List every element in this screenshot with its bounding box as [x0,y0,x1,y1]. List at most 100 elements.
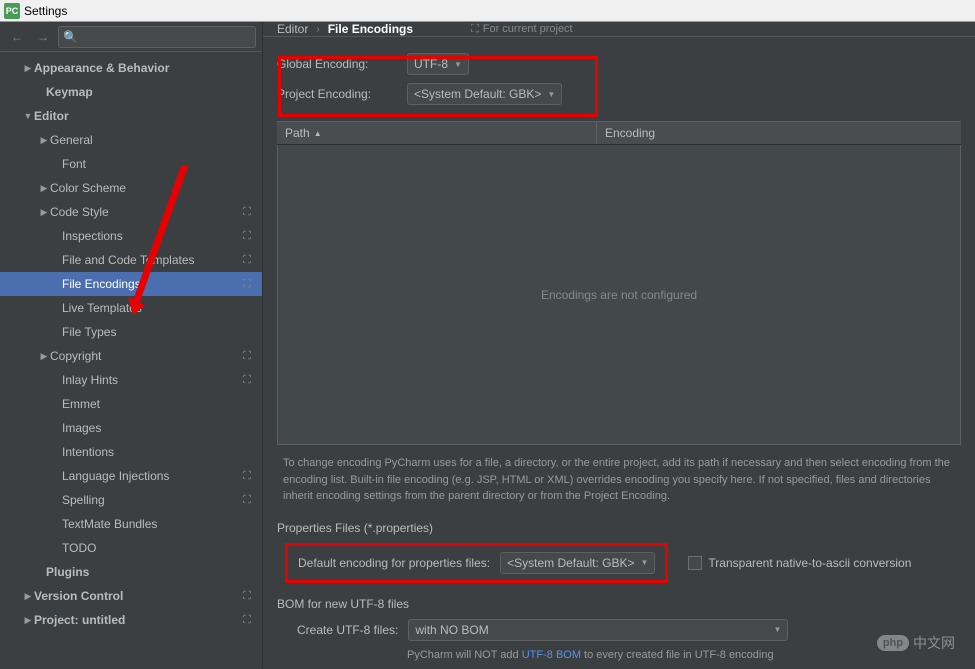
chevron-down-icon: ▼ [547,90,555,99]
sidebar-item-file-encodings[interactable]: File Encodings⛶ [0,272,262,296]
bom-hint: PyCharm will NOT add UTF-8 BOM to every … [277,641,961,661]
tree-arrow-icon: ▶ [38,207,50,218]
sidebar-item-label: File Encodings [62,277,240,291]
sidebar-item-label: Spelling [62,493,240,507]
sidebar-item-label: TextMate Bundles [62,517,240,531]
empty-state-text: Encodings are not configured [541,288,697,302]
sidebar-item-label: Images [62,421,240,435]
transparent-conversion-checkbox[interactable]: Transparent native-to-ascii conversion [688,556,911,570]
tree-arrow-icon: ▶ [38,135,50,146]
sidebar-item-label: Editor [34,109,240,123]
sidebar-item-color-scheme[interactable]: ▶Color Scheme [0,176,262,200]
sidebar-item-version-control[interactable]: ▶Version Control⛶ [0,584,262,608]
sidebar-item-label: Copyright [50,349,240,363]
sidebar-item-label: Emmet [62,397,240,411]
chevron-down-icon: ▼ [773,625,781,634]
window-titlebar: PC Settings [0,0,975,22]
sidebar-item-code-style[interactable]: ▶Code Style⛶ [0,200,262,224]
sidebar-item-label: Appearance & Behavior [34,61,240,75]
scope-icon: ⛶ [240,230,254,243]
sidebar-item-inlay-hints[interactable]: Inlay Hints⛶ [0,368,262,392]
chevron-down-icon: ▼ [641,558,649,567]
sidebar-item-label: Live Templates [62,301,240,315]
sidebar-item-copyright[interactable]: ▶Copyright⛶ [0,344,262,368]
sidebar-item-label: Language Injections [62,469,240,483]
chevron-down-icon: ▼ [454,60,462,69]
global-encoding-label: Global Encoding: [277,57,397,71]
checkbox-icon [688,556,702,570]
scope-icon: ⛶ [240,590,254,603]
scope-icon: ⛶ [240,374,254,387]
project-scope-hint: ⛶ For current project [471,23,573,36]
sidebar-item-spelling[interactable]: Spelling⛶ [0,488,262,512]
sidebar-item-label: Plugins [46,565,240,579]
sidebar-item-textmate-bundles[interactable]: TextMate Bundles [0,512,262,536]
column-path[interactable]: Path ▲ [277,122,597,144]
sidebar-item-label: General [50,133,240,147]
breadcrumb-parent[interactable]: Editor [277,22,308,36]
project-encoding-label: Project Encoding: [277,87,397,101]
properties-encoding-label: Default encoding for properties files: [298,556,490,570]
sidebar-item-plugins[interactable]: Plugins [0,560,262,584]
scope-icon: ⛶ [240,254,254,267]
properties-encoding-dropdown[interactable]: <System Default: GBK> ▼ [500,552,655,574]
sidebar-item-general[interactable]: ▶General [0,128,262,152]
scope-icon: ⛶ [240,470,254,483]
sidebar-item-label: Intentions [62,445,240,459]
sidebar-item-label: Color Scheme [50,181,240,195]
utf8-bom-link[interactable]: UTF-8 BOM [522,649,581,661]
sidebar-item-file-types[interactable]: File Types [0,320,262,344]
properties-section-title: Properties Files (*.properties) [277,521,961,535]
scope-icon: ⛶ [240,350,254,363]
nav-forward-button[interactable]: → [32,26,54,48]
sidebar-item-intentions[interactable]: Intentions [0,440,262,464]
content-panel: Editor › File Encodings ⛶ For current pr… [263,22,975,668]
sidebar-item-label: Code Style [50,205,240,219]
scope-icon: ⛶ [240,494,254,507]
scope-icon: ⛶ [240,206,254,219]
column-encoding[interactable]: Encoding [597,122,961,144]
settings-tree: ▶Appearance & BehaviorKeymap▼Editor▶Gene… [0,52,262,668]
sidebar-item-inspections[interactable]: Inspections⛶ [0,224,262,248]
tree-arrow-icon: ▶ [38,351,50,362]
project-encoding-dropdown[interactable]: <System Default: GBK> ▼ [407,83,562,105]
tree-arrow-icon: ▼ [22,111,34,121]
sidebar-item-live-templates[interactable]: Live Templates [0,296,262,320]
window-title: Settings [24,4,67,18]
watermark: php 中文网 [877,633,955,653]
sort-asc-icon: ▲ [314,129,322,138]
sidebar-item-label: File Types [62,325,240,339]
tree-arrow-icon: ▶ [22,615,34,626]
bom-dropdown[interactable]: with NO BOM ▼ [408,619,788,641]
tree-arrow-icon: ▶ [22,63,34,74]
app-icon: PC [4,3,20,19]
sidebar-item-project-untitled[interactable]: ▶Project: untitled⛶ [0,608,262,632]
info-text: To change encoding PyCharm uses for a fi… [263,445,975,515]
sidebar-item-label: Font [62,157,240,171]
bom-section-title: BOM for new UTF-8 files [277,597,961,611]
sidebar-item-todo[interactable]: TODO [0,536,262,560]
sidebar-item-editor[interactable]: ▼Editor [0,104,262,128]
search-input[interactable]: 🔍 [58,26,256,48]
sidebar-item-font[interactable]: Font [0,152,262,176]
nav-back-button[interactable]: ← [6,26,28,48]
sidebar-item-label: Keymap [46,85,240,99]
global-encoding-dropdown[interactable]: UTF-8 ▼ [407,53,469,75]
settings-sidebar: ← → 🔍 ▶Appearance & BehaviorKeymap▼Edito… [0,22,263,668]
sidebar-item-file-and-code-templates[interactable]: File and Code Templates⛶ [0,248,262,272]
highlight-annotation: Default encoding for properties files: <… [285,543,668,583]
scope-icon: ⛶ [240,614,254,627]
encoding-table-body[interactable]: Encodings are not configured [277,145,961,445]
sidebar-item-label: Inlay Hints [62,373,240,387]
sidebar-item-label: Inspections [62,229,240,243]
breadcrumb-current: File Encodings [328,22,413,36]
sidebar-item-appearance-behavior[interactable]: ▶Appearance & Behavior [0,56,262,80]
sidebar-item-keymap[interactable]: Keymap [0,80,262,104]
sidebar-item-emmet[interactable]: Emmet [0,392,262,416]
sidebar-item-images[interactable]: Images [0,416,262,440]
sidebar-item-label: TODO [62,541,240,555]
tree-arrow-icon: ▶ [38,183,50,194]
sidebar-item-language-injections[interactable]: Language Injections⛶ [0,464,262,488]
encoding-table-header: Path ▲ Encoding [277,121,961,145]
sidebar-item-label: File and Code Templates [62,253,240,267]
